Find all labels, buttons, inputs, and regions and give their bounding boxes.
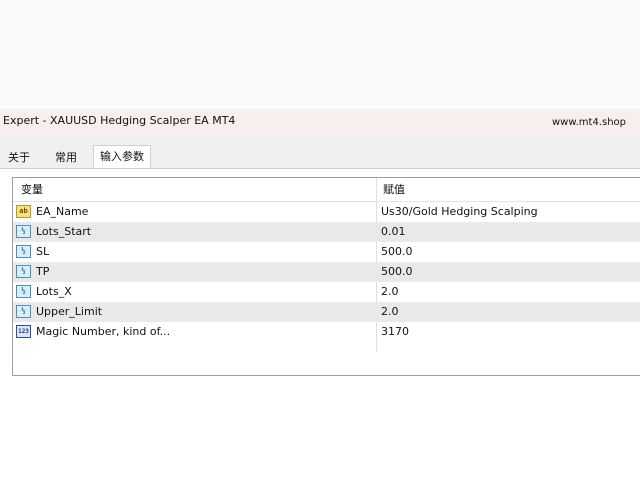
window-title: Expert - XAUUSD Hedging Scalper EA MT4	[3, 114, 236, 127]
site-watermark: www.mt4.shop	[551, 117, 626, 128]
double-type-icon: ½	[16, 225, 31, 238]
variable-value[interactable]: 500.0	[381, 242, 413, 262]
table-row[interactable]: ½ SL 500.0	[13, 242, 640, 262]
table-row[interactable]: ½ Lots_X 2.0	[13, 282, 640, 302]
table-row[interactable]: ½ TP 500.0	[13, 262, 640, 282]
double-type-icon: ½	[16, 305, 31, 318]
variable-name: EA_Name	[36, 205, 89, 218]
double-type-icon: ½	[16, 245, 31, 258]
table-row[interactable]: 123 Magic Number, kind of... 3170	[13, 322, 640, 342]
variable-value[interactable]: Us30/Gold Hedging Scalping	[381, 202, 538, 222]
double-type-icon: ½	[16, 265, 31, 278]
tab-common[interactable]: 常用	[49, 148, 83, 168]
table-row[interactable]: ½ Lots_Start 0.01	[13, 222, 640, 242]
tab-inputs[interactable]: 输入参数	[93, 145, 151, 170]
table-row[interactable]: ½ Upper_Limit 2.0	[13, 302, 640, 322]
tab-strip: 关于 常用 输入参数	[0, 143, 640, 170]
variable-value[interactable]: 2.0	[381, 302, 399, 322]
variable-name: Lots_X	[36, 285, 72, 298]
parameters-grid: 变量 赋值 ab EA_Name Us30/Gold Hedging Scalp…	[12, 177, 640, 376]
double-type-icon: ½	[16, 285, 31, 298]
variable-name: TP	[36, 265, 50, 278]
title-bar: Expert - XAUUSD Hedging Scalper EA MT4 w…	[0, 109, 640, 135]
integer-type-icon: 123	[16, 325, 31, 338]
expert-properties-dialog: 关于 常用 输入参数 变量 赋值 ab EA_Name Us30/Gold He…	[0, 135, 640, 481]
tab-about[interactable]: 关于	[2, 148, 36, 168]
variable-name: SL	[36, 245, 50, 258]
inputs-panel: 变量 赋值 ab EA_Name Us30/Gold Hedging Scalp…	[0, 168, 640, 481]
variable-value[interactable]: 500.0	[381, 262, 413, 282]
variable-value[interactable]: 2.0	[381, 282, 399, 302]
variable-value[interactable]: 0.01	[381, 222, 406, 242]
variable-name: Upper_Limit	[36, 305, 103, 318]
column-header-variable[interactable]: 变量	[21, 178, 43, 201]
table-row[interactable]: ab EA_Name Us30/Gold Hedging Scalping	[13, 202, 640, 222]
grid-header: 变量 赋值	[13, 178, 640, 202]
string-type-icon: ab	[16, 205, 31, 218]
column-header-value[interactable]: 赋值	[383, 178, 405, 201]
variable-name: Magic Number, kind of...	[36, 325, 171, 338]
variable-name: Lots_Start	[36, 225, 92, 238]
variable-value[interactable]: 3170	[381, 322, 409, 342]
